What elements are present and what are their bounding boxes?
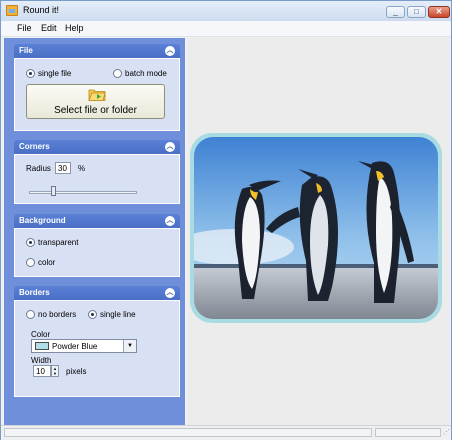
file-panel-header[interactable]: File ︿ bbox=[14, 44, 180, 58]
borders-panel-title: Borders bbox=[19, 288, 50, 297]
width-label: Width bbox=[31, 356, 52, 365]
background-panel-title: Background bbox=[19, 216, 66, 225]
radius-unit: % bbox=[78, 164, 86, 173]
radius-input[interactable]: 30 bbox=[55, 162, 71, 174]
background-color-label: color bbox=[38, 258, 56, 267]
window-title: Round it! bbox=[23, 5, 60, 15]
close-button[interactable]: ✕ bbox=[428, 6, 450, 18]
transparent-label: transparent bbox=[38, 238, 79, 247]
single-file-label: single file bbox=[38, 69, 72, 78]
background-panel: transparent color bbox=[14, 228, 180, 277]
preview-image bbox=[194, 137, 438, 319]
borders-panel-header[interactable]: Borders ︿ bbox=[14, 286, 180, 300]
borders-panel: no borders single line Color Powder Blue… bbox=[14, 300, 180, 397]
status-field-main bbox=[4, 428, 372, 437]
maximize-button[interactable]: □ bbox=[407, 6, 426, 18]
minimize-button[interactable]: _ bbox=[386, 6, 405, 18]
radius-slider-thumb[interactable] bbox=[51, 186, 56, 196]
no-borders-radio[interactable] bbox=[26, 310, 35, 319]
radius-label: Radius bbox=[26, 164, 51, 173]
status-field-progress bbox=[375, 428, 441, 437]
select-file-button[interactable]: Select file or folder bbox=[26, 84, 165, 119]
background-panel-header[interactable]: Background ︿ bbox=[14, 214, 180, 228]
single-file-radio[interactable] bbox=[26, 69, 35, 78]
settings-pane: File ︿ single file batch mode Select fil… bbox=[4, 38, 185, 425]
title-bar[interactable]: Round it! _ □ ✕ bbox=[1, 1, 451, 21]
chevron-up-icon[interactable]: ︿ bbox=[165, 216, 175, 226]
chevron-down-icon[interactable]: ▼ bbox=[123, 340, 136, 352]
file-panel-title: File bbox=[19, 46, 33, 55]
border-width-input[interactable]: 10 bbox=[33, 365, 51, 377]
status-bar: ⋰ bbox=[1, 425, 451, 440]
corners-panel: Radius 30 % bbox=[14, 154, 180, 204]
menu-file[interactable]: File bbox=[17, 23, 32, 33]
border-color-dropdown[interactable]: Powder Blue ▼ bbox=[31, 339, 137, 353]
app-window: Round it! _ □ ✕ File Edit Help File ︿ si… bbox=[0, 0, 452, 440]
app-icon bbox=[6, 5, 18, 16]
menu-bar: File Edit Help bbox=[1, 21, 451, 37]
file-panel: single file batch mode Select file or fo… bbox=[14, 58, 180, 131]
batch-mode-label: batch mode bbox=[125, 69, 167, 78]
chevron-up-icon[interactable]: ︿ bbox=[165, 142, 175, 152]
batch-mode-radio[interactable] bbox=[113, 69, 122, 78]
menu-help[interactable]: Help bbox=[65, 23, 84, 33]
border-color-label: Color bbox=[31, 330, 51, 339]
preview-border bbox=[190, 133, 442, 323]
select-file-label: Select file or folder bbox=[54, 105, 137, 116]
menu-edit[interactable]: Edit bbox=[41, 23, 57, 33]
color-swatch bbox=[35, 342, 49, 350]
no-borders-label: no borders bbox=[38, 310, 77, 319]
border-width-spinner[interactable]: ▲ ▼ bbox=[51, 365, 59, 377]
radius-slider-track[interactable] bbox=[29, 191, 137, 194]
single-line-label: single line bbox=[100, 310, 136, 319]
single-line-radio[interactable] bbox=[88, 310, 97, 319]
penguins-image bbox=[194, 137, 438, 319]
resize-grip-icon[interactable]: ⋰ bbox=[443, 428, 450, 436]
corners-panel-header[interactable]: Corners ︿ bbox=[14, 140, 180, 154]
corners-panel-title: Corners bbox=[19, 142, 50, 151]
width-unit: pixels bbox=[66, 367, 87, 376]
background-color-radio[interactable] bbox=[26, 258, 35, 267]
border-color-value: Powder Blue bbox=[52, 342, 98, 351]
transparent-radio[interactable] bbox=[26, 238, 35, 247]
chevron-up-icon[interactable]: ︿ bbox=[165, 46, 175, 56]
chevron-up-icon[interactable]: ︿ bbox=[165, 288, 175, 298]
preview-area bbox=[188, 38, 450, 425]
folder-icon bbox=[88, 89, 106, 101]
